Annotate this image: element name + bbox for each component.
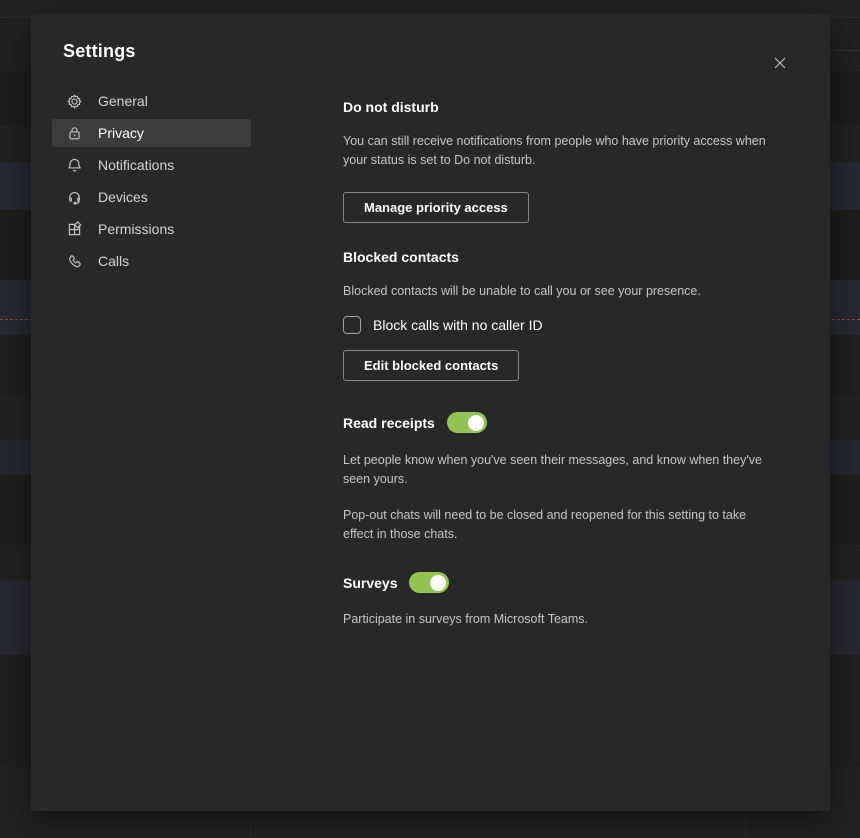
settings-nav: General Privacy [52, 87, 282, 279]
close-button[interactable] [770, 55, 790, 75]
close-icon [772, 55, 788, 76]
section-description: Pop-out chats will need to be closed and… [343, 506, 773, 544]
sidebar-item-permissions[interactable]: Permissions [52, 215, 251, 243]
manage-priority-access-button[interactable]: Manage priority access [343, 192, 529, 223]
toggle-knob [468, 415, 484, 431]
bell-icon [64, 155, 84, 175]
sidebar-item-label: Permissions [98, 221, 174, 237]
section-description: You can still receive notifications from… [343, 132, 773, 170]
section-description: Participate in surveys from Microsoft Te… [343, 610, 773, 629]
gear-icon [64, 91, 84, 111]
sidebar-item-label: Notifications [98, 157, 174, 173]
sidebar-item-label: General [98, 93, 148, 109]
sidebar-item-label: Calls [98, 253, 129, 269]
phone-icon [64, 251, 84, 271]
dialog-title: Settings [63, 41, 830, 62]
toggle-knob [430, 575, 446, 591]
sidebar-item-general[interactable]: General [52, 87, 251, 115]
section-title: Blocked contacts [343, 249, 783, 265]
section-title: Surveys [343, 575, 397, 591]
block-no-caller-id-checkbox[interactable] [343, 316, 361, 334]
edit-blocked-contacts-button[interactable]: Edit blocked contacts [343, 350, 519, 381]
block-no-caller-id-row[interactable]: Block calls with no caller ID [343, 316, 783, 334]
section-do-not-disturb: Do not disturb You can still receive not… [343, 99, 783, 223]
sidebar-item-privacy[interactable]: Privacy [52, 119, 251, 147]
checkbox-label: Block calls with no caller ID [373, 317, 543, 333]
section-title: Read receipts [343, 415, 435, 431]
privacy-settings-panel: Do not disturb You can still receive not… [343, 99, 783, 629]
section-title: Do not disturb [343, 99, 783, 115]
section-description: Let people know when you've seen their m… [343, 451, 773, 489]
sidebar-item-label: Privacy [98, 125, 144, 141]
lock-icon [64, 123, 84, 143]
headset-icon [64, 187, 84, 207]
sidebar-item-label: Devices [98, 189, 148, 205]
permissions-icon [64, 219, 84, 239]
sidebar-item-devices[interactable]: Devices [52, 183, 251, 211]
section-read-receipts: Read receipts Let people know when you'v… [343, 412, 783, 544]
sidebar-item-calls[interactable]: Calls [52, 247, 251, 275]
surveys-toggle[interactable] [409, 572, 449, 593]
sidebar-item-notifications[interactable]: Notifications [52, 151, 251, 179]
section-blocked-contacts: Blocked contacts Blocked contacts will b… [343, 249, 783, 381]
read-receipts-toggle[interactable] [447, 412, 487, 433]
section-surveys: Surveys Participate in surveys from Micr… [343, 572, 783, 629]
section-description: Blocked contacts will be unable to call … [343, 282, 773, 301]
settings-dialog: Settings General [31, 14, 830, 811]
